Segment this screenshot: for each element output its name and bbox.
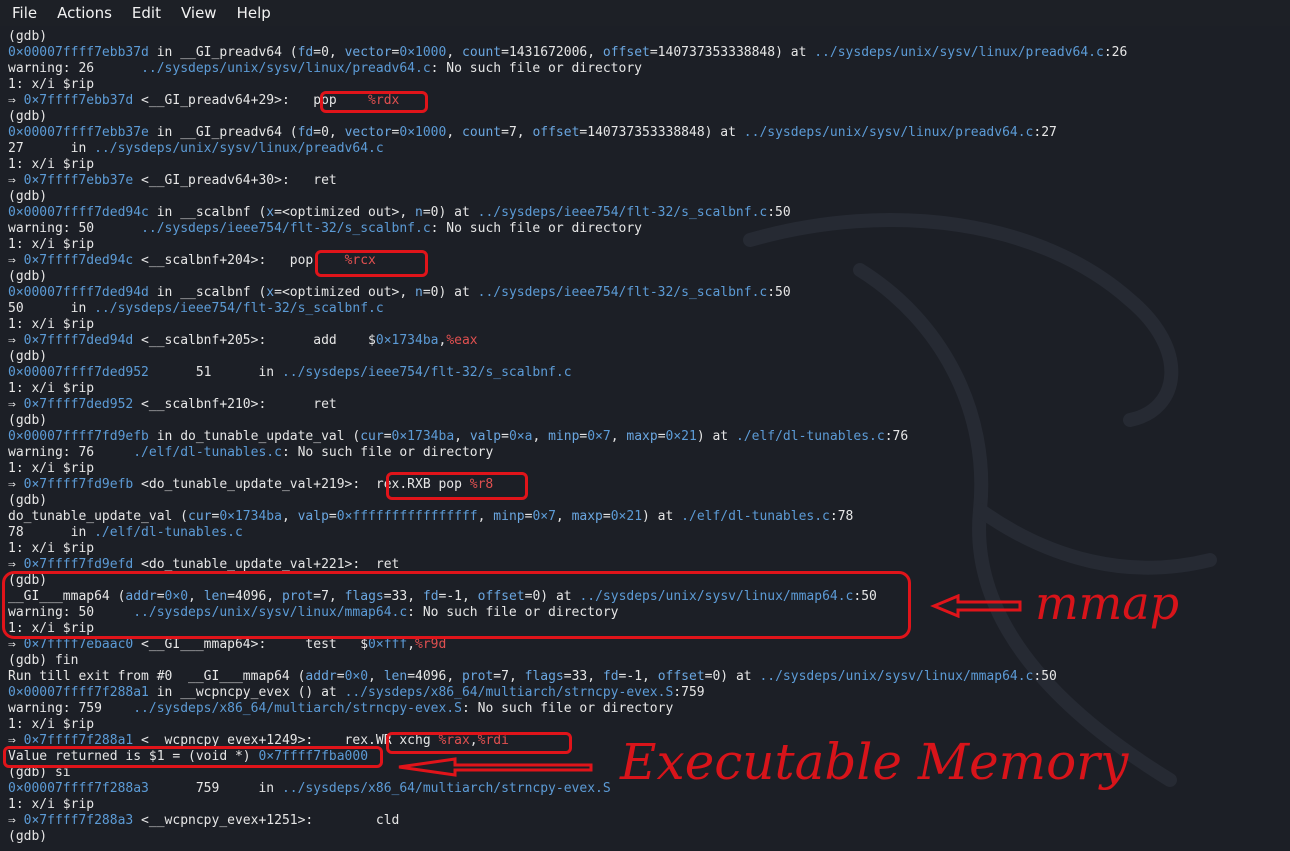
terminal-line: 1: x/i $rip	[8, 317, 95, 332]
terminal-line: ⇒ 0×7ffff7f288a3 <__wcpncpy_evex+1251>: …	[8, 813, 400, 828]
terminal-line: 0×00007ffff7fd9efb in do_tunable_update_…	[8, 429, 909, 444]
executable-memory-annotation: Executable Memory	[620, 733, 1129, 791]
mmap-arrow-icon	[930, 594, 1022, 618]
terminal-line: ⇒ 0×7ffff7ded94d <__scalbnf+205>: add $0…	[8, 333, 478, 348]
menu-bar: File Actions Edit View Help	[0, 0, 1290, 26]
terminal-line: 1: x/i $rip	[8, 541, 95, 556]
terminal-line: 1: x/i $rip	[8, 461, 95, 476]
terminal-line: (gdb)	[8, 829, 48, 844]
terminal-line: ⇒ 0×7ffff7fd9efb <do_tunable_update_val+…	[8, 477, 494, 492]
terminal-line: 1: x/i $rip	[8, 237, 95, 252]
terminal-line: 1: x/i $rip	[8, 77, 95, 92]
terminal-line: (gdb)	[8, 493, 48, 508]
terminal-line: 1: x/i $rip	[8, 717, 95, 732]
terminal-line: warning: 759 ../sysdeps/x86_64/multiarch…	[8, 701, 674, 716]
mmap-annotation: mmap	[1035, 576, 1180, 630]
menu-help[interactable]: Help	[225, 4, 279, 22]
terminal-line: warning: 26 ../sysdeps/unix/sysv/linux/p…	[8, 61, 642, 76]
terminal-output[interactable]: (gdb) 0×00007ffff7ebb37d in __GI_preadv64…	[8, 29, 1288, 845]
terminal-line: ⇒ 0×7ffff7ebb37e <__GI_preadv64+30>: ret	[8, 173, 337, 188]
terminal-line: 0×00007ffff7ebb37d in __GI_preadv64 (fd=…	[8, 45, 1128, 60]
terminal-line: ⇒ 0×7ffff7ebb37d <__GI_preadv64+29>: pop…	[8, 93, 400, 108]
terminal-line: (gdb) fin	[8, 653, 79, 668]
terminal-line: (gdb)	[8, 413, 48, 428]
highlight-mmap-call	[2, 571, 911, 639]
menu-view[interactable]: View	[169, 4, 225, 22]
terminal-line: (gdb)	[8, 269, 48, 284]
terminal-line: 0×00007ffff7f288a1 in __wcpncpy_evex () …	[8, 685, 705, 700]
menu-edit[interactable]: Edit	[120, 4, 169, 22]
terminal-line: 0×00007ffff7ded952 51 in ../sysdeps/ieee…	[8, 365, 572, 380]
terminal-line: Run till exit from #0 __GI___mmap64 (add…	[8, 669, 1057, 684]
highlight-pop-rcx	[315, 250, 428, 277]
terminal-line: 27 in ../sysdeps/unix/sysv/linux/preadv6…	[8, 141, 384, 156]
exec-arrow-icon	[398, 757, 593, 777]
terminal-line: 1: x/i $rip	[8, 381, 95, 396]
terminal-line: ⇒ 0×7ffff7ded94c <__scalbnf+204>: pop %r…	[8, 253, 376, 268]
terminal-line: (gdb)	[8, 189, 48, 204]
terminal-line: 1: x/i $rip	[8, 157, 95, 172]
terminal-line: 78 in ./elf/dl-tunables.c	[8, 525, 243, 540]
terminal-line: ⇒ 0×7ffff7ded952 <__scalbnf+210>: ret	[8, 397, 337, 412]
terminal-line: 0×00007ffff7ebb37e in __GI_preadv64 (fd=…	[8, 125, 1057, 140]
terminal-line: 0×00007ffff7ded94c in __scalbnf (x=<opti…	[8, 205, 791, 220]
highlight-xchg	[386, 732, 572, 754]
terminal-line: 0×00007ffff7ded94d in __scalbnf (x=<opti…	[8, 285, 791, 300]
terminal-line: (gdb)	[8, 109, 48, 124]
terminal-line: 50 in ../sysdeps/ieee754/flt-32/s_scalbn…	[8, 301, 384, 316]
highlight-pop-r8	[386, 472, 528, 500]
highlight-pop-rdx	[320, 91, 428, 113]
terminal-line: (gdb)	[8, 29, 48, 44]
terminal-line: (gdb)	[8, 349, 48, 364]
terminal-line: warning: 50 ../sysdeps/ieee754/flt-32/s_…	[8, 221, 642, 236]
terminal-line: 1: x/i $rip	[8, 797, 95, 812]
menu-file[interactable]: File	[0, 4, 45, 22]
terminal-line: do_tunable_update_val (cur=0×1734ba, val…	[8, 509, 854, 524]
highlight-return-value	[3, 746, 383, 768]
menu-actions[interactable]: Actions	[45, 4, 120, 22]
terminal-line: warning: 76 ./elf/dl-tunables.c: No such…	[8, 445, 494, 460]
terminal-line: ⇒ 0×7ffff7ebaac0 <__GI___mmap64>: test $…	[8, 637, 447, 652]
